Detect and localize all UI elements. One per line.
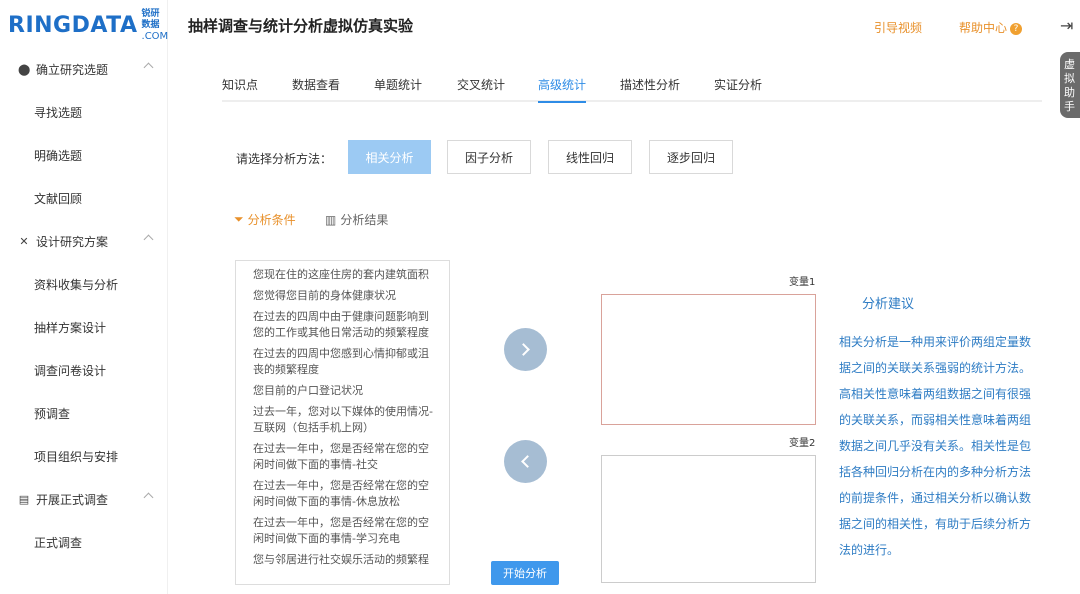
sidebar: RINGDATA 锐研数据 .COM ⬤ 确立研究选题 寻找选题 明确选题 文献… bbox=[0, 0, 168, 594]
method-linear-regression-button[interactable]: 线性回归 bbox=[548, 140, 632, 174]
nav-item-literature-review[interactable]: 文献回顾 bbox=[0, 177, 168, 220]
method-stepwise-regression-button[interactable]: 逐步回归 bbox=[649, 140, 733, 174]
subtab-conditions[interactable]: ⏷ 分析条件 bbox=[234, 211, 296, 228]
nav-item-project-organization[interactable]: 项目组织与安排 bbox=[0, 435, 168, 478]
bar-chart-icon: ▥ bbox=[325, 212, 337, 227]
chevron-left-icon bbox=[521, 455, 534, 468]
move-right-button[interactable] bbox=[504, 328, 547, 371]
variable2-label: 变量2 bbox=[789, 438, 816, 449]
nav-item-pre-survey[interactable]: 预调查 bbox=[0, 392, 168, 435]
help-center-link[interactable]: 帮助中心? bbox=[959, 19, 1023, 36]
help-icon: ? bbox=[1010, 22, 1023, 35]
tab-bar: 知识点 数据查看 单题统计 交叉统计 高级统计 描述性分析 实证分析 bbox=[222, 72, 1042, 103]
nav-group-design[interactable]: ✕ 设计研究方案 bbox=[0, 220, 168, 263]
virtual-assistant-button[interactable]: 虚拟助手 bbox=[1060, 52, 1080, 118]
nav-item-formal-survey[interactable]: 正式调查 bbox=[0, 521, 168, 564]
advice-title: 分析建议 bbox=[862, 297, 915, 312]
tab-empirical-analysis[interactable]: 实证分析 bbox=[714, 76, 762, 101]
variable-list[interactable]: 您现在住的这座住房的套内建筑面积 您觉得您目前的身体健康状况 在过去的四周中由于… bbox=[235, 260, 450, 585]
variable-item[interactable]: 您现在住的这座住房的套内建筑面积 bbox=[253, 267, 439, 283]
subtab-results-label: 分析结果 bbox=[340, 213, 389, 227]
nav-group-label: 开展正式调查 bbox=[36, 493, 109, 507]
method-label: 请选择分析方法： bbox=[236, 152, 333, 166]
variable-item[interactable]: 在过去一年中，您是否经常在您的空闲时间做下面的事情-社交 bbox=[253, 441, 439, 473]
logo-com: .COM bbox=[141, 30, 169, 42]
variable-item[interactable]: 您目前的户口登记状况 bbox=[253, 383, 439, 399]
ringdata-logo[interactable]: RINGDATA 锐研数据 .COM bbox=[8, 8, 169, 42]
document-icon: ▤ bbox=[18, 493, 30, 506]
start-analysis-button[interactable]: 开始分析 bbox=[491, 561, 559, 585]
advice-text: 相关分析是一种用来评价两组定量数据之间的关联关系强弱的统计方法。高相关性意味着两… bbox=[839, 335, 1032, 557]
page-title: 抽样调查与统计分析虚拟仿真实验 bbox=[188, 17, 414, 35]
variable-item[interactable]: 您与邻居进行社交娱乐活动的频繁程 bbox=[253, 552, 439, 568]
nav-item-sampling-design[interactable]: 抽样方案设计 bbox=[0, 306, 168, 349]
nav-group-formal-survey[interactable]: ▤ 开展正式调查 bbox=[0, 478, 168, 521]
guide-video-link[interactable]: 引导视频 bbox=[874, 19, 922, 36]
nav-group-topic[interactable]: ⬤ 确立研究选题 bbox=[0, 48, 168, 91]
move-left-button[interactable] bbox=[504, 440, 547, 483]
variable-item[interactable]: 在过去一年中，您是否经常在您的空闲时间做下面的事情-学习充电 bbox=[253, 515, 439, 547]
nav-item-find-topic[interactable]: 寻找选题 bbox=[0, 91, 168, 134]
logo-cn: 锐研数据 bbox=[141, 8, 160, 30]
tab-advanced-stats[interactable]: 高级统计 bbox=[538, 76, 587, 103]
tab-cross-stats[interactable]: 交叉统计 bbox=[457, 76, 505, 101]
method-correlation-button[interactable]: 相关分析 bbox=[348, 140, 431, 174]
nav-item-data-collection[interactable]: 资料收集与分析 bbox=[0, 263, 168, 306]
exit-icon[interactable]: ⇥ bbox=[1060, 16, 1073, 35]
chevron-up-icon bbox=[143, 234, 154, 245]
nav-group-label: 设计研究方案 bbox=[36, 235, 109, 249]
help-center-label: 帮助中心 bbox=[959, 21, 1008, 35]
location-pin-icon: ⬤ bbox=[18, 63, 31, 76]
subtab-conditions-label: 分析条件 bbox=[247, 213, 296, 227]
logo-main: RINGDATA bbox=[8, 12, 138, 38]
nav-item-define-topic[interactable]: 明确选题 bbox=[0, 134, 168, 177]
variable-item[interactable]: 您觉得您目前的身体健康状况 bbox=[253, 288, 439, 304]
tab-single-stats[interactable]: 单题统计 bbox=[374, 76, 422, 101]
tab-knowledge[interactable]: 知识点 bbox=[222, 76, 258, 101]
variable-item[interactable]: 在过去的四周中您感到心情抑郁或沮丧的频繁程度 bbox=[253, 346, 439, 378]
tools-icon: ✕ bbox=[19, 235, 29, 248]
tab-descriptive-analysis[interactable]: 描述性分析 bbox=[620, 76, 680, 101]
variable-item[interactable]: 过去一年，您对以下媒体的使用情况-互联网（包括手机上网） bbox=[253, 404, 439, 436]
sidebar-nav: ⬤ 确立研究选题 寻找选题 明确选题 文献回顾 ✕ 设计研究方案 资料收集与分析… bbox=[0, 48, 168, 564]
variable-item[interactable]: 在过去的四周中由于健康问题影响到您的工作或其他日常活动的频繁程度 bbox=[253, 309, 439, 341]
chevron-up-icon bbox=[143, 492, 154, 503]
filter-icon: ⏷ bbox=[234, 212, 244, 226]
variable2-box[interactable] bbox=[601, 455, 816, 583]
variable1-label: 变量1 bbox=[789, 277, 816, 288]
subtab-results[interactable]: ▥ 分析结果 bbox=[325, 211, 388, 228]
method-factor-button[interactable]: 因子分析 bbox=[447, 140, 531, 174]
variable1-box[interactable] bbox=[601, 294, 816, 425]
variable-item[interactable]: 在过去一年中，您是否经常在您的空闲时间做下面的事情-休息放松 bbox=[253, 478, 439, 510]
virtual-assistant-label: 虚拟助手 bbox=[1064, 58, 1075, 113]
nav-item-questionnaire-design[interactable]: 调查问卷设计 bbox=[0, 349, 168, 392]
chevron-right-icon bbox=[517, 343, 530, 356]
tab-data-view[interactable]: 数据查看 bbox=[292, 76, 340, 101]
chevron-up-icon bbox=[143, 62, 154, 73]
nav-group-label: 确立研究选题 bbox=[36, 63, 109, 77]
